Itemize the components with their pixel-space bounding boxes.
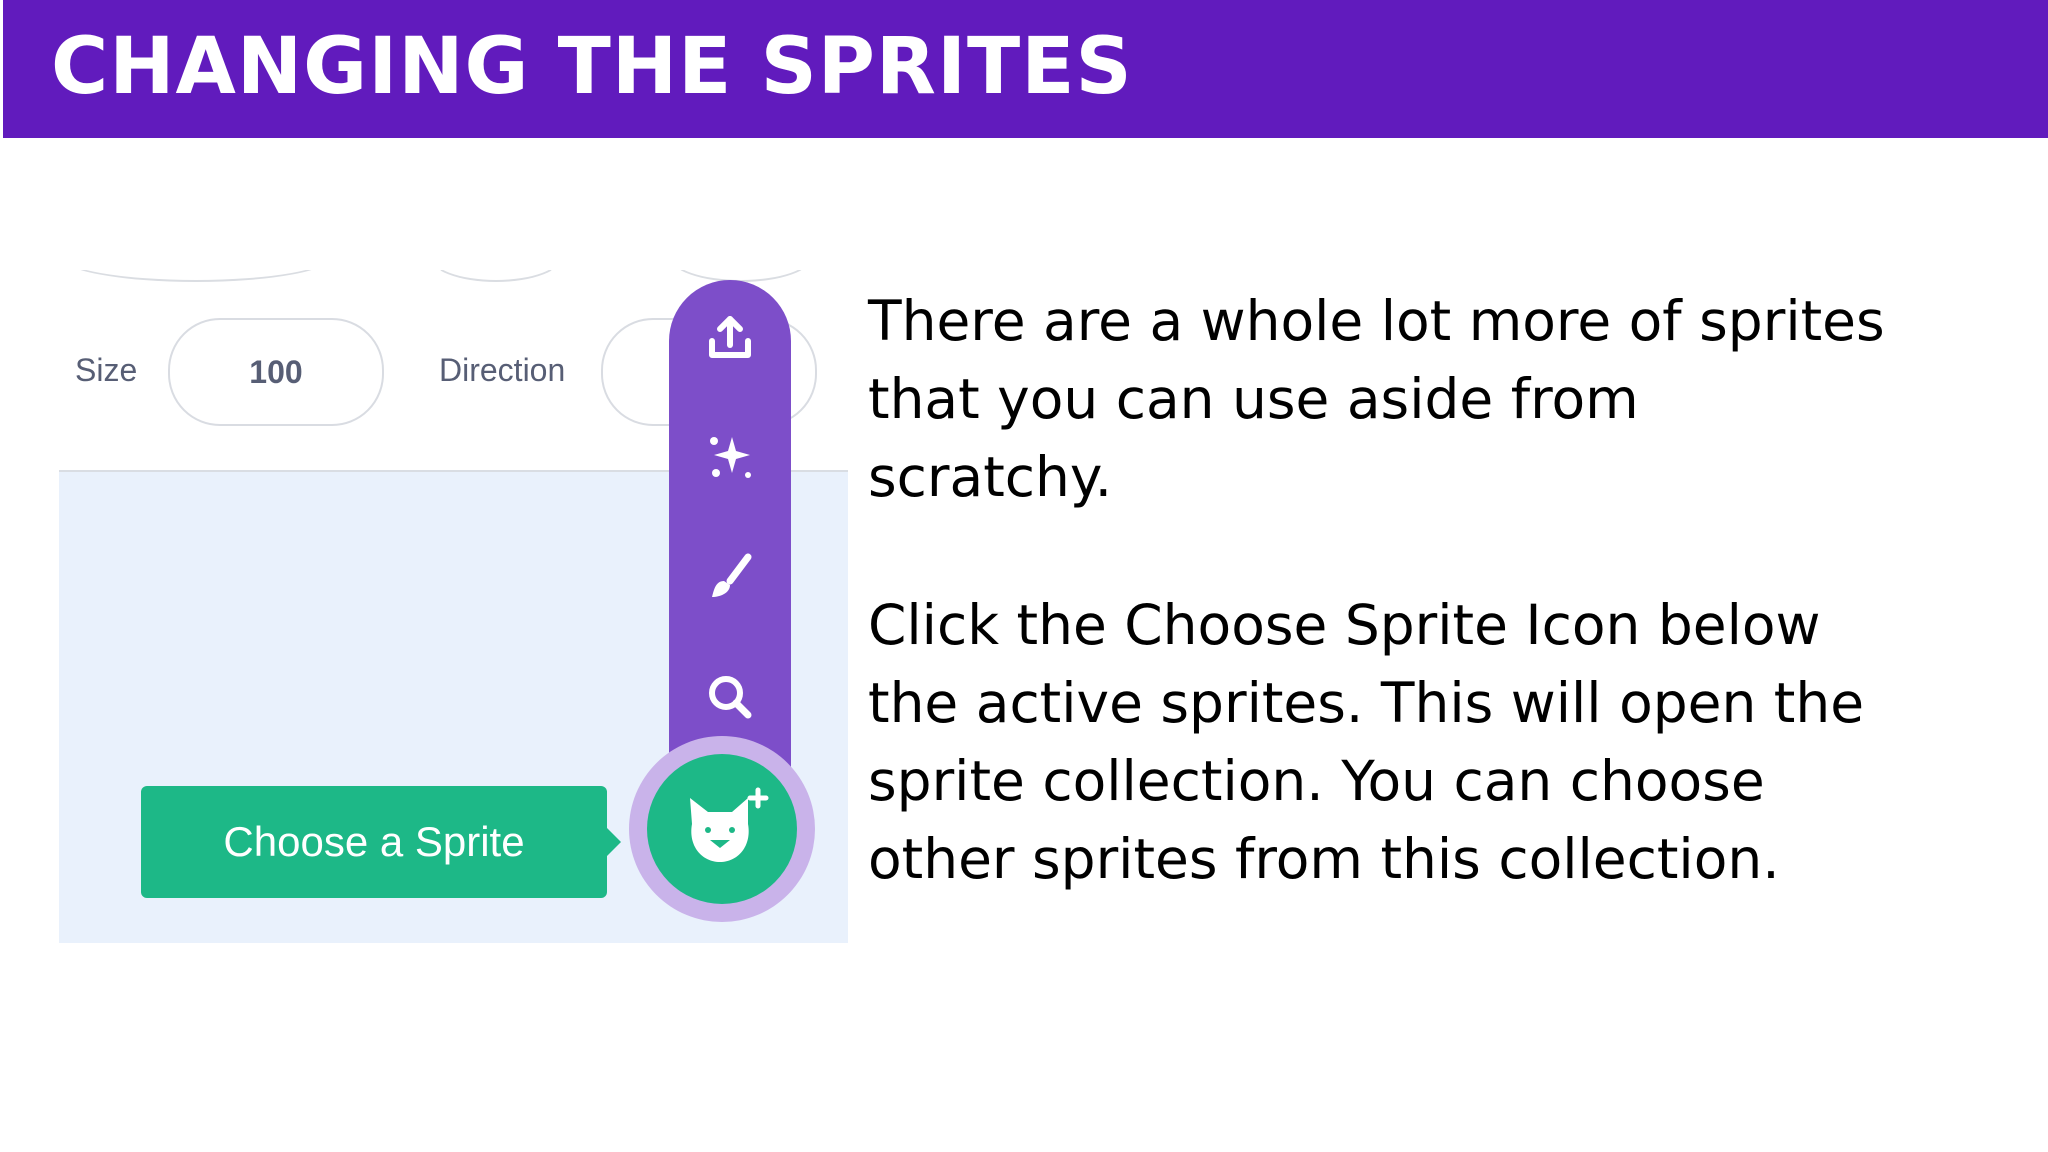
title-bar: CHANGING THE SPRITES	[3, 0, 2048, 138]
paint-icon[interactable]	[669, 532, 791, 622]
slide-title: CHANGING THE SPRITES	[51, 22, 1133, 112]
field-arc	[59, 270, 333, 282]
scratch-screenshot: Size 100 Direction Choose a Sprite	[59, 270, 848, 943]
choose-sprite-button[interactable]	[647, 754, 797, 904]
paragraph-instructions: Click the Choose Sprite Icon below the a…	[868, 593, 1865, 891]
direction-label: Direction	[439, 352, 566, 388]
tooltip-arrow	[607, 828, 621, 856]
paragraph-intro: There are a whole lot more of sprites th…	[868, 289, 1885, 509]
field-arc	[429, 270, 563, 282]
cat-icon	[690, 787, 769, 862]
size-field[interactable]: 100	[168, 318, 384, 426]
upload-icon[interactable]	[669, 292, 791, 382]
size-label: Size	[75, 352, 138, 388]
surprise-icon[interactable]	[669, 412, 791, 502]
search-icon[interactable]	[669, 652, 791, 742]
choose-sprite-tooltip: Choose a Sprite	[141, 786, 607, 898]
